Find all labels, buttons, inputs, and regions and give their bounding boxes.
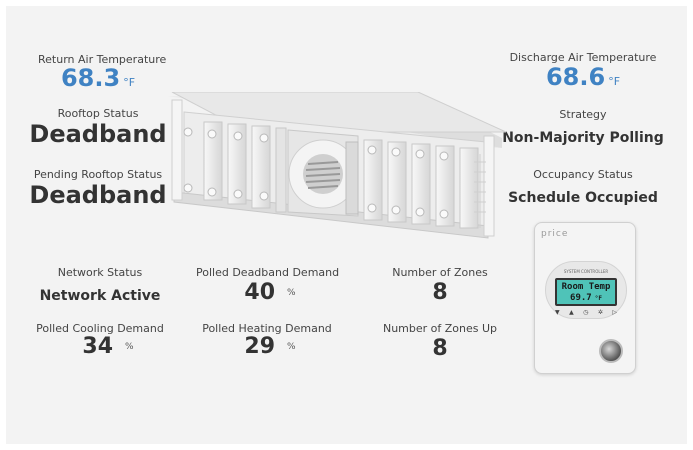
occupancy-status-label: Occupancy Status xyxy=(533,168,633,181)
network-status-label: Network Status xyxy=(57,266,143,279)
play-icon[interactable]: ▷ xyxy=(612,309,617,316)
strategy-value: Non-Majority Polling xyxy=(502,130,664,146)
clock-icon[interactable]: ◷ xyxy=(583,309,588,316)
pending-rooftop-status-label: Pending Rooftop Status xyxy=(33,168,163,181)
up-arrow-icon[interactable]: ▲ xyxy=(569,309,574,316)
return-air-temp-value: 68.3 °F xyxy=(60,64,136,92)
strategy-label: Strategy xyxy=(559,108,607,121)
number-of-zones-value: 8 xyxy=(432,280,448,305)
occupancy-status-value: Schedule Occupied xyxy=(508,190,658,206)
thermostat-buttons: ▼ ▲ ◷ ✲ ▷ xyxy=(555,309,617,316)
thermostat-brand: price xyxy=(541,229,569,239)
polled-cooling-demand-value: 34% xyxy=(82,334,134,359)
number-of-zones-up-value: 8 xyxy=(432,336,448,361)
polled-heating-demand-value: 29% xyxy=(244,334,296,359)
polled-deadband-demand-value: 40% xyxy=(244,280,296,305)
number-of-zones-up-label: Number of Zones Up xyxy=(382,322,498,335)
pending-rooftop-status-value: Deadband xyxy=(29,181,167,209)
rooftop-status-label: Rooftop Status xyxy=(57,107,139,120)
thermostat-header: SYSTEM CONTROLLER xyxy=(563,269,609,274)
rooftop-unit-illustration xyxy=(168,92,507,239)
down-arrow-icon[interactable]: ▼ xyxy=(555,309,560,316)
thermostat-screen: Room Temp 69.7 °F xyxy=(555,278,617,306)
network-status-value: Network Active xyxy=(39,288,161,304)
thermostat-sensor xyxy=(599,339,623,363)
fan-housing xyxy=(287,129,359,217)
fan-mode-icon[interactable]: ✲ xyxy=(598,309,603,316)
thermostat-device: price SYSTEM CONTROLLER Room Temp 69.7 °F… xyxy=(534,222,636,374)
polled-deadband-demand-label: Polled Deadband Demand xyxy=(196,266,340,279)
number-of-zones-label: Number of Zones xyxy=(392,266,488,279)
thermostat-screen-line2: 69.7 °F xyxy=(570,293,602,303)
discharge-air-temp-value: 68.6 °F xyxy=(545,63,621,91)
thermostat-screen-line1: Room Temp xyxy=(561,282,611,292)
rooftop-status-value: Deadband xyxy=(29,120,167,148)
